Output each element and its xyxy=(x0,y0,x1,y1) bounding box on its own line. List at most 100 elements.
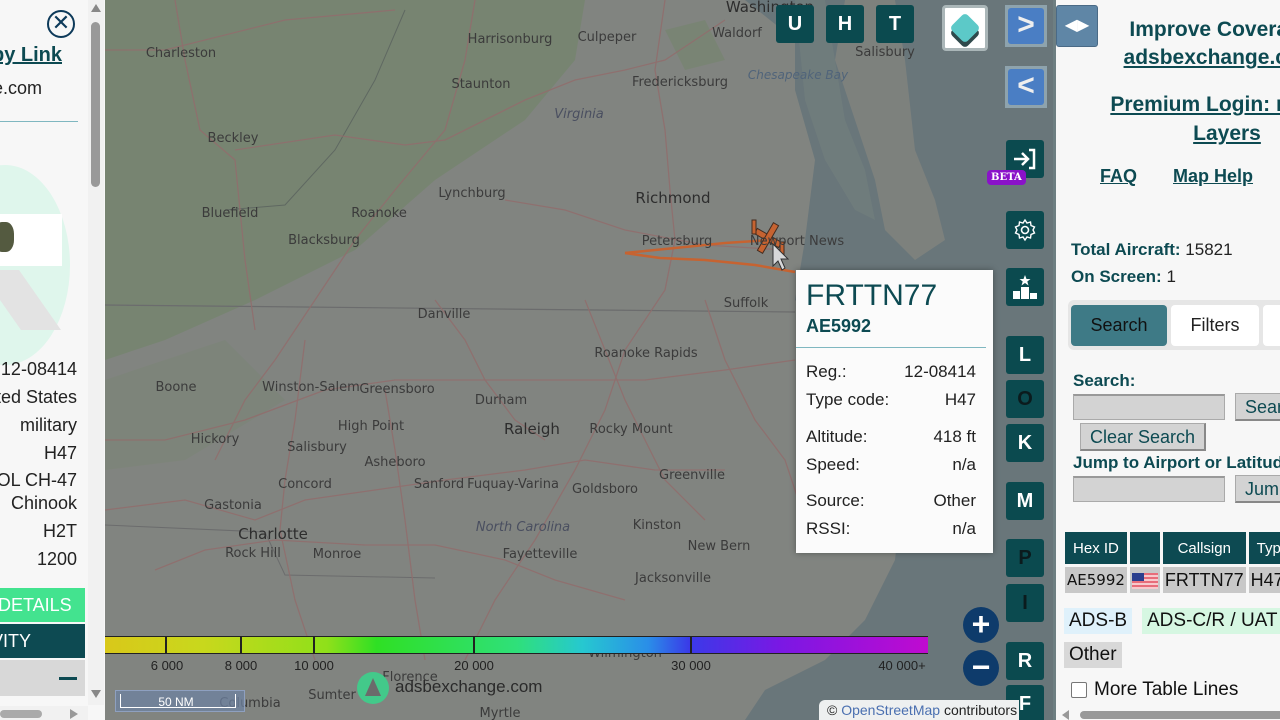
openstreetmap-link[interactable]: OpenStreetMap xyxy=(841,702,940,718)
popup-value: 12-08414 xyxy=(904,362,976,381)
map-city-label: Greensboro xyxy=(359,382,435,397)
scroll-right-arrow-icon[interactable] xyxy=(70,709,78,719)
layers-button[interactable] xyxy=(942,5,988,51)
altitude-color-bar xyxy=(105,636,928,654)
map-city-label: Raleigh xyxy=(504,420,560,438)
detail-category: military xyxy=(20,415,77,435)
map-city-label: Durham xyxy=(474,393,528,408)
settings-button[interactable] xyxy=(1006,211,1044,249)
attribution-suffix: contributors xyxy=(943,702,1018,718)
map-view[interactable]: Washington Charleston Harrisonburg Culpeper… xyxy=(105,0,1053,720)
column-hex-id[interactable]: Hex ID xyxy=(1065,532,1127,564)
map-attribution: © OpenStreetMap contributors xyxy=(819,700,1019,720)
map-city-label: Sumter xyxy=(308,688,356,703)
search-input[interactable] xyxy=(1073,394,1225,420)
popup-label: Reg.: xyxy=(806,362,847,381)
map-button-i[interactable]: I xyxy=(1006,584,1044,622)
search-label: Search: xyxy=(1073,371,1136,390)
altitude-label: 20 000 xyxy=(454,658,494,673)
tab-search[interactable]: Search xyxy=(1071,305,1167,346)
scrollbar-thumb[interactable] xyxy=(1080,711,1280,719)
panel-vertical-scrollbar[interactable] xyxy=(88,0,104,705)
detail-type-code: H47 xyxy=(43,443,77,463)
cell-type: H47 xyxy=(1248,567,1280,593)
detail-type-desc: H2T xyxy=(42,521,77,541)
column-type[interactable]: Type xyxy=(1248,532,1280,564)
panel-domain-text: adsbexchange.com xyxy=(0,78,42,98)
scroll-down-arrow-icon[interactable] xyxy=(91,690,101,698)
cell-callsign: FRTTN77 xyxy=(1162,567,1246,593)
jump-input[interactable] xyxy=(1073,476,1225,502)
map-city-label: Richmond xyxy=(635,189,711,207)
map-city-label: Fuquay-Varina xyxy=(467,477,559,492)
search-button[interactable]: Search xyxy=(1235,393,1280,421)
table-row[interactable]: AE5992 FRTTN77 H47 xyxy=(1065,567,1280,593)
map-button-t[interactable]: T xyxy=(876,5,914,43)
aircraft-popup[interactable]: FRTTN77 AE5992 Reg.: 12-08414 Type code: H… xyxy=(796,270,993,553)
activity-button[interactable]: ACTIVITY xyxy=(0,624,85,658)
map-city-label: North Carolina xyxy=(475,520,571,535)
zoom-in-button[interactable]: + xyxy=(963,607,999,643)
panel-divider xyxy=(0,121,78,122)
popup-value: 418 ft xyxy=(933,427,976,446)
sidebar-horizontal-scrollbar[interactable] xyxy=(1056,708,1280,720)
jump-button[interactable]: Jump xyxy=(1235,475,1280,503)
minus-icon: − xyxy=(971,649,991,685)
column-callsign[interactable]: Callsign xyxy=(1162,532,1246,564)
copyright-symbol: © xyxy=(827,702,838,718)
map-city-label: Salisbury xyxy=(287,440,347,455)
scrollbar-thumb[interactable] xyxy=(0,710,42,718)
zoom-out-button[interactable]: − xyxy=(963,650,999,686)
map-city-label: Beckley xyxy=(207,131,259,146)
details-button[interactable]: DETAILS xyxy=(0,588,85,622)
map-city-label: New Bern xyxy=(687,539,751,554)
close-panel-button[interactable]: ✕ xyxy=(47,10,75,38)
map-help-link[interactable]: Map Help xyxy=(1173,166,1253,187)
detail-country: United States xyxy=(0,387,77,407)
map-button-u[interactable]: U xyxy=(776,5,814,43)
map-button-l[interactable]: L xyxy=(1006,336,1044,374)
map-city-label: Fredericksburg xyxy=(631,75,729,90)
scroll-up-arrow-icon[interactable] xyxy=(91,4,101,12)
details-button-label: DETAILS xyxy=(0,595,72,615)
popup-value: n/a xyxy=(952,519,976,538)
map-button-o[interactable]: O xyxy=(1006,380,1044,418)
map-button-k[interactable]: K xyxy=(1006,424,1044,462)
map-button-m[interactable]: M xyxy=(1006,482,1044,520)
expand-right-button[interactable]: > xyxy=(1005,5,1047,47)
scroll-left-arrow-icon[interactable] xyxy=(1062,710,1069,720)
tab-filters[interactable]: Filters xyxy=(1171,305,1259,346)
activity-button-label: ACTIVITY xyxy=(0,631,31,651)
tab-other[interactable]: Other xyxy=(1263,305,1280,346)
collapse-section-button[interactable] xyxy=(0,660,85,696)
plus-icon: + xyxy=(971,606,991,642)
popup-row-type: Type code: H47 xyxy=(806,390,976,410)
aircraft-photo-image xyxy=(0,222,14,252)
leaderboard-button[interactable] xyxy=(1006,268,1044,306)
more-table-lines-checkbox[interactable] xyxy=(1071,682,1087,698)
copy-link[interactable]: Copy Link xyxy=(0,44,62,67)
premium-login-link[interactable]: Premium Login: no ads Layers xyxy=(1082,90,1280,148)
expand-left-button[interactable]: < xyxy=(1005,66,1047,108)
map-city-label: Boone xyxy=(155,380,197,395)
scrollbar-thumb[interactable] xyxy=(91,22,100,187)
column-flag[interactable] xyxy=(1129,532,1160,564)
clear-search-button[interactable]: Clear Search xyxy=(1080,423,1207,451)
map-button-h[interactable]: H xyxy=(826,5,864,43)
map-city-label: Roanoke Rapids xyxy=(594,346,698,361)
on-screen-stat: On Screen: 1 xyxy=(1071,267,1176,287)
faq-link[interactable]: FAQ xyxy=(1100,166,1137,187)
more-table-lines-label[interactable]: More Table Lines xyxy=(1094,679,1238,701)
map-city-label: Sanford xyxy=(413,477,465,492)
total-aircraft-label: Total Aircraft: xyxy=(1071,240,1181,259)
detail-squawk: 1200 xyxy=(36,549,77,569)
toggle-sidebar-button[interactable]: ◀▶ xyxy=(1056,5,1098,47)
panel-horizontal-scrollbar[interactable] xyxy=(0,706,88,720)
map-button-r[interactable]: R xyxy=(1006,642,1044,680)
aircraft-info-panel: ✕ Copy Link adsbexchange.com 12-08414 Un… xyxy=(0,0,105,720)
map-city-label: Petersburg xyxy=(641,234,713,249)
adsbx-logo-icon xyxy=(357,672,389,704)
map-button-p[interactable]: P xyxy=(1006,539,1044,577)
improve-coverage-link[interactable]: adsbexchange.com xyxy=(1096,44,1280,72)
altitude-tick xyxy=(240,636,242,654)
